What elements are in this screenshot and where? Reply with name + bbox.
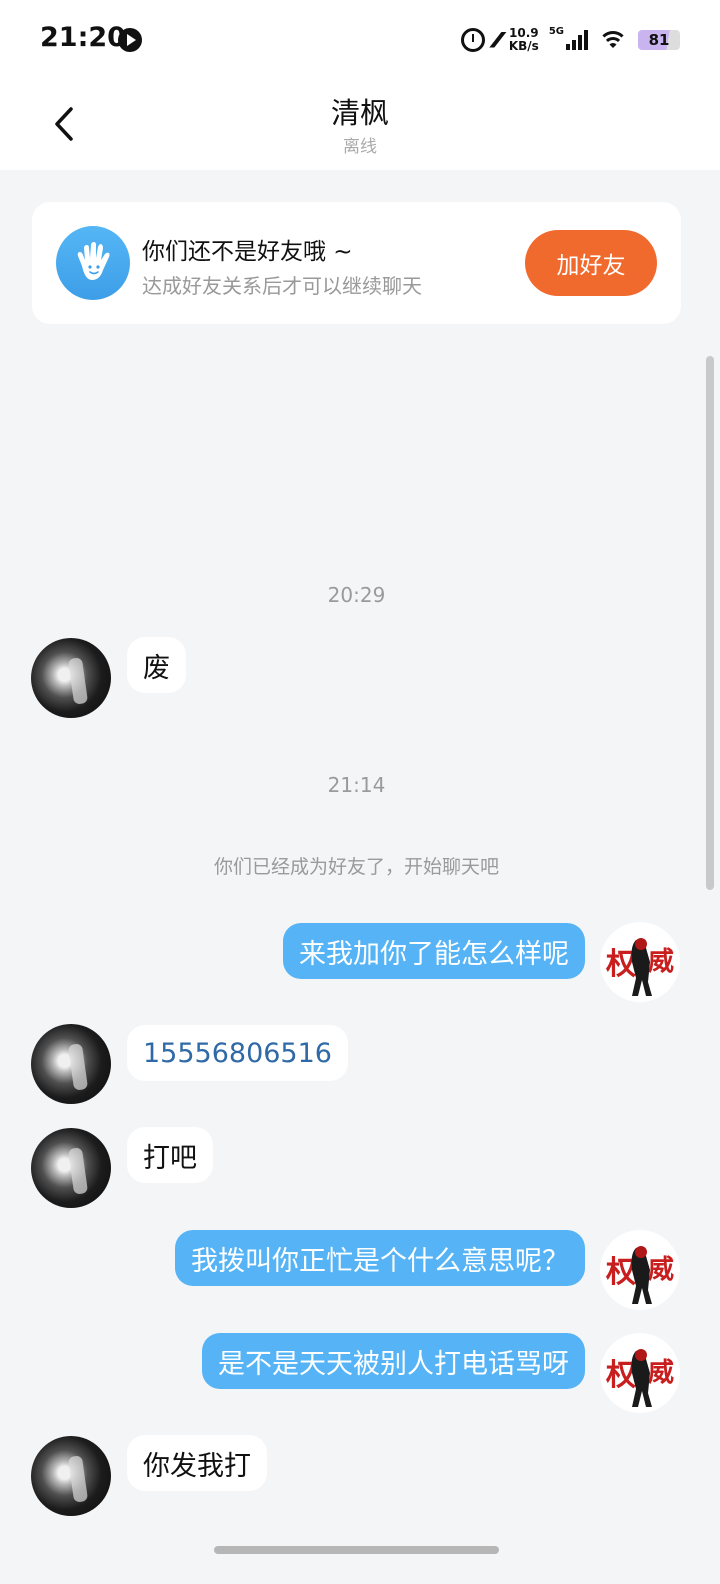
svg-text:威: 威 <box>648 946 674 977</box>
signal-icon <box>566 30 588 50</box>
avatar-character-icon: 权 威 <box>605 1349 674 1407</box>
phone-number-link[interactable]: 15556806516 <box>127 1025 348 1081</box>
my-avatar[interactable]: 权 威 <box>600 922 680 1002</box>
svg-text:威: 威 <box>648 1357 674 1388</box>
home-indicator[interactable] <box>214 1546 499 1554</box>
banner-subtitle: 达成好友关系后才可以继续聊天 <box>142 274 422 298</box>
network-speed-unit: KB/s <box>508 39 539 53</box>
my-avatar[interactable]: 权 威 <box>600 1230 680 1310</box>
contact-status: 离线 <box>343 137 377 157</box>
contact-name: 清枫 <box>330 96 389 130</box>
wifi-icon <box>598 29 628 51</box>
message-bubble-incoming[interactable]: 打吧 <box>127 1127 213 1183</box>
status-time: 21:20 <box>40 22 126 53</box>
hand-wave-icon <box>56 226 130 300</box>
svg-text:权: 权 <box>605 1358 636 1393</box>
scrollbar[interactable] <box>706 356 714 890</box>
message-bubble-outgoing[interactable]: 是不是天天被别人打电话骂呀 <box>202 1333 585 1389</box>
carrier-logo-icon: ⁄⁄⁄ <box>494 28 501 52</box>
message-timestamp: 21:14 <box>327 773 386 797</box>
svg-text:权: 权 <box>605 1255 636 1290</box>
message-bubble-outgoing[interactable]: 我拨叫你正忙是个什么意思呢？ <box>175 1230 585 1286</box>
add-friend-button[interactable]: 加好友 <box>525 230 657 296</box>
svg-text:威: 威 <box>648 1254 674 1285</box>
chat-header: 清枫 离线 <box>0 80 720 170</box>
contact-avatar[interactable] <box>31 1024 111 1104</box>
battery-icon: 81 <box>638 30 680 50</box>
system-message: 你们已经成为好友了，开始聊天吧 <box>213 856 499 878</box>
message-bubble-outgoing[interactable]: 来我加你了能怎么样呢 <box>283 923 585 979</box>
my-avatar[interactable]: 权 威 <box>600 1333 680 1413</box>
screen-record-icon <box>118 28 142 52</box>
avatar-character-icon: 权 威 <box>605 938 674 996</box>
not-friends-banner: 你们还不是好友哦 ~ 达成好友关系后才可以继续聊天 加好友 <box>32 202 681 324</box>
banner-title: 你们还不是好友哦 ~ <box>142 239 353 265</box>
contact-avatar[interactable] <box>31 1128 111 1208</box>
alarm-icon <box>460 28 485 52</box>
network-type: 5G <box>548 26 564 37</box>
contact-avatar[interactable] <box>31 638 111 718</box>
contact-avatar[interactable] <box>31 1436 111 1516</box>
avatar-character-icon: 权 威 <box>605 1246 674 1304</box>
message-bubble-incoming[interactable]: 你发我打 <box>127 1435 267 1491</box>
message-timestamp: 20:29 <box>327 583 386 607</box>
status-bar: 21:20 ⁄⁄⁄ 10.9 KB/s 5G 81 <box>0 0 720 80</box>
message-bubble-incoming[interactable]: 废 <box>127 637 186 693</box>
status-icons: ⁄⁄⁄ 10.9 KB/s 5G 81 <box>460 24 680 56</box>
network-speed: 10.9 KB/s <box>509 27 539 53</box>
svg-text:权: 权 <box>605 947 636 982</box>
